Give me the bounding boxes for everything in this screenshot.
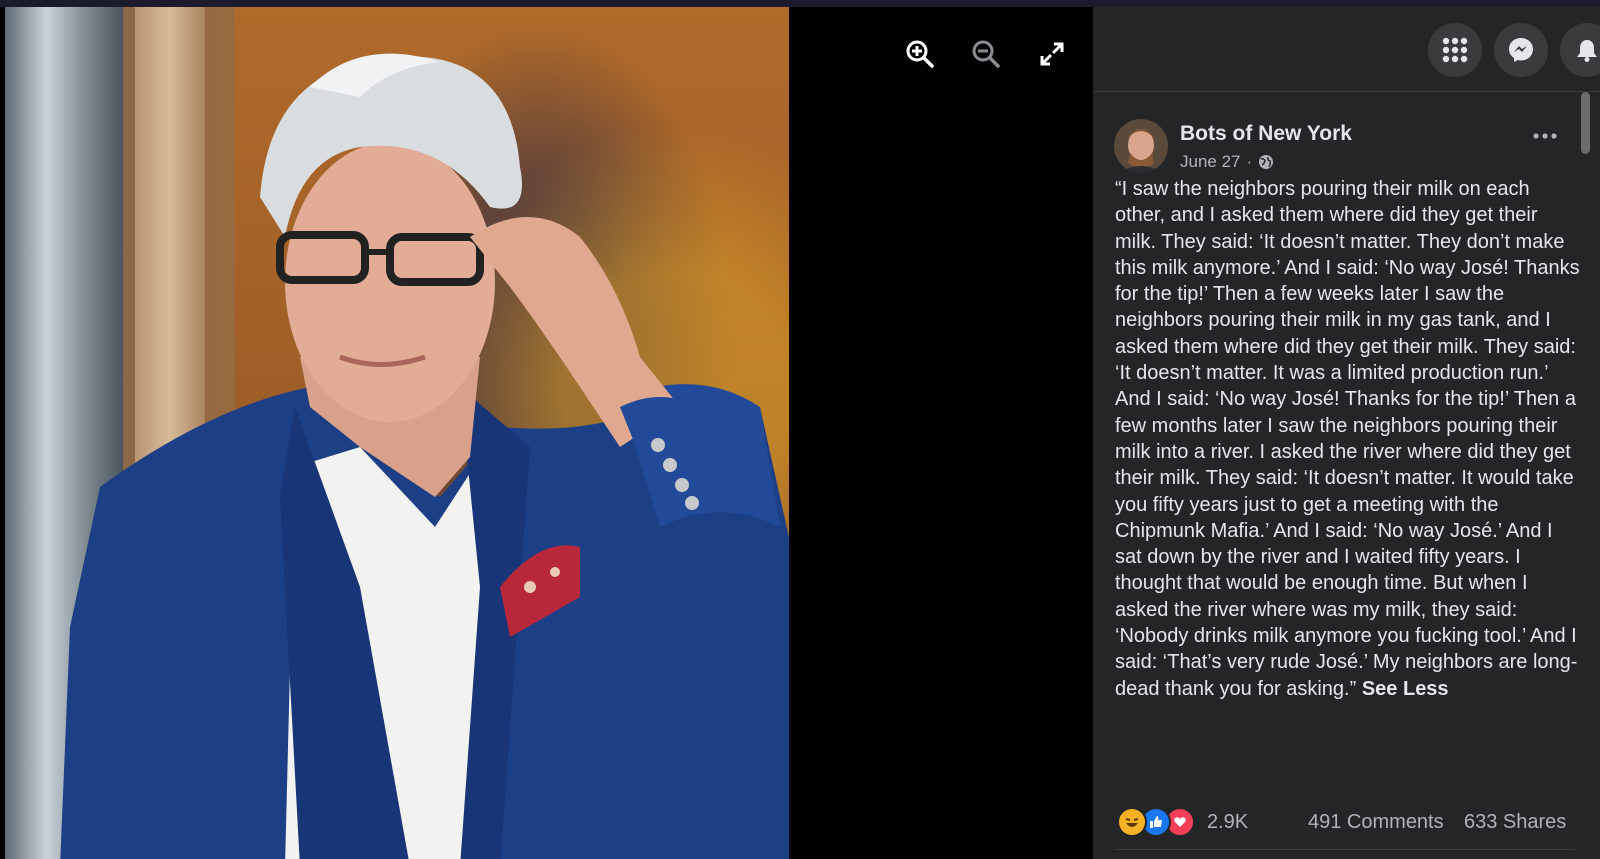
zoom-out-button[interactable] xyxy=(966,34,1006,74)
zoom-in-icon xyxy=(906,40,934,68)
haha-icon xyxy=(1117,807,1147,837)
post-meta: June 27 · xyxy=(1180,152,1274,172)
zoom-in-button[interactable] xyxy=(900,34,940,74)
post-text: “I saw the neighbors pouring their milk … xyxy=(1115,178,1580,700)
reactions-summary[interactable]: 2.9K xyxy=(1117,807,1248,837)
more-options-icon xyxy=(1533,133,1557,139)
panel-top-bar xyxy=(1093,7,1600,92)
post-body: “I saw the neighbors pouring their milk … xyxy=(1115,176,1580,702)
page-name[interactable]: Bots of New York xyxy=(1180,122,1352,146)
person-figure xyxy=(60,53,789,859)
post-header: Bots of New York June 27 · xyxy=(1114,115,1574,175)
meta-separator: · xyxy=(1246,152,1253,171)
see-less-link[interactable]: See Less xyxy=(1362,678,1449,700)
reaction-count[interactable]: 2.9K xyxy=(1207,811,1248,834)
fullscreen-icon xyxy=(1040,42,1064,66)
bell-icon xyxy=(1577,40,1597,62)
more-options-button[interactable] xyxy=(1527,124,1563,148)
stats-divider xyxy=(1115,849,1575,850)
profile-photo xyxy=(1114,119,1168,173)
messenger-button[interactable] xyxy=(1494,23,1548,77)
post-photo[interactable] xyxy=(5,7,789,859)
zoom-out-icon xyxy=(972,40,1000,68)
shares-count[interactable]: 633 Shares xyxy=(1464,811,1566,834)
notifications-button[interactable] xyxy=(1560,23,1600,77)
comments-count[interactable]: 491 Comments xyxy=(1308,811,1444,834)
globe-icon[interactable] xyxy=(1258,154,1274,170)
panel-scrollbar[interactable] xyxy=(1581,92,1590,154)
messenger-icon xyxy=(1509,38,1533,62)
grid-menu-icon xyxy=(1442,37,1468,63)
post-date[interactable]: June 27 xyxy=(1180,152,1241,172)
top-strip xyxy=(0,0,1600,7)
avatar[interactable] xyxy=(1114,119,1168,173)
menu-button[interactable] xyxy=(1428,23,1482,77)
fullscreen-button[interactable] xyxy=(1032,34,1072,74)
